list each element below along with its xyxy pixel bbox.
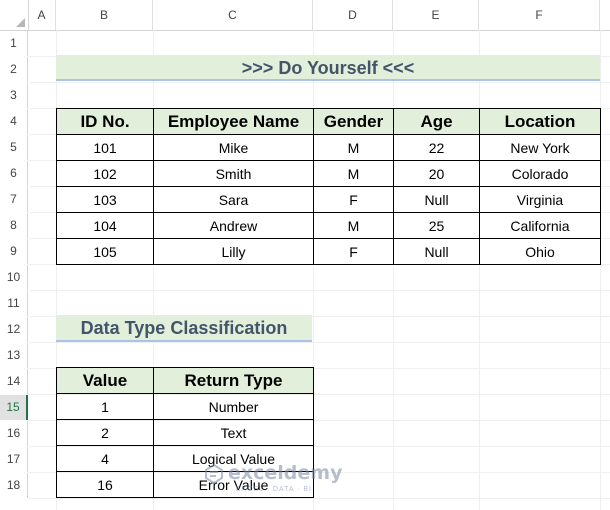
gridline — [28, 342, 610, 343]
watermark-tagline: EXCEL · DATA · BI — [236, 486, 312, 493]
employee-cell[interactable]: Andrew — [153, 212, 314, 239]
classification-cell[interactable]: 1 — [56, 393, 154, 420]
row-header-10[interactable]: 10 — [0, 265, 28, 290]
classification-header-cell[interactable]: Return Type — [153, 367, 314, 394]
classification-header-cell[interactable]: Value — [56, 367, 154, 394]
classification-cell[interactable]: 16 — [56, 471, 154, 498]
classification-cell[interactable]: 4 — [56, 445, 154, 472]
column-header-e[interactable]: E — [393, 0, 479, 30]
row-header-16[interactable]: 16 — [0, 421, 28, 446]
column-header-b[interactable]: B — [56, 0, 153, 30]
employee-cell[interactable]: Colorado — [479, 160, 601, 187]
table-row: 1 Number — [56, 393, 314, 420]
employee-header-cell[interactable]: ID No. — [56, 108, 154, 135]
column-header-c[interactable]: C — [153, 0, 313, 30]
row-header-1[interactable]: 1 — [0, 31, 28, 56]
column-header-bar: A B C D E F — [0, 0, 610, 31]
do-yourself-banner: >>> Do Yourself <<< — [56, 55, 600, 81]
row-header-6[interactable]: 6 — [0, 161, 28, 186]
column-header-d[interactable]: D — [313, 0, 393, 30]
row-header-8[interactable]: 8 — [0, 213, 28, 238]
row-header-5[interactable]: 5 — [0, 135, 28, 160]
gridline — [393, 30, 394, 510]
employee-cell[interactable]: 20 — [393, 160, 480, 187]
table-row: 104 Andrew M 25 California — [56, 212, 601, 239]
employee-cell[interactable]: Virginia — [479, 186, 601, 213]
table-row: 101 Mike M 22 New York — [56, 134, 601, 161]
classification-title: Data Type Classification — [56, 315, 312, 342]
employee-cell[interactable]: Mike — [153, 134, 314, 161]
classification-cell[interactable]: Number — [153, 393, 314, 420]
employee-cell[interactable]: New York — [479, 134, 601, 161]
gridline — [479, 30, 480, 510]
row-header-3[interactable]: 3 — [0, 83, 28, 108]
employee-header-cell[interactable]: Employee Name — [153, 108, 314, 135]
employee-cell[interactable]: F — [313, 238, 394, 265]
row-header-18[interactable]: 18 — [0, 473, 28, 498]
employee-header-cell[interactable]: Age — [393, 108, 480, 135]
row-header-7[interactable]: 7 — [0, 187, 28, 212]
gridline — [28, 290, 610, 291]
employee-cell[interactable]: California — [479, 212, 601, 239]
employee-cell[interactable]: 101 — [56, 134, 154, 161]
employee-cell[interactable]: M — [313, 160, 394, 187]
row-header-2[interactable]: 2 — [0, 57, 28, 82]
employee-cell[interactable]: 25 — [393, 212, 480, 239]
table-row: 103 Sara F Null Virginia — [56, 186, 601, 213]
employee-cell[interactable]: F — [313, 186, 394, 213]
employee-header-cell[interactable]: Location — [479, 108, 601, 135]
row-header-13[interactable]: 13 — [0, 343, 28, 368]
column-header-a[interactable]: A — [28, 0, 56, 30]
table-row: 105 Lilly F Null Ohio — [56, 238, 601, 265]
exceldemy-logo-icon — [205, 464, 223, 484]
row-header-4[interactable]: 4 — [0, 109, 28, 134]
exceldemy-watermark: exceldemy EXCEL · DATA · BI — [196, 460, 396, 500]
watermark-name: exceldemy — [228, 462, 343, 484]
employee-cell[interactable]: 103 — [56, 186, 154, 213]
employee-cell[interactable]: 104 — [56, 212, 154, 239]
row-header-12[interactable]: 12 — [0, 317, 28, 342]
gridline — [28, 82, 610, 83]
employee-cell[interactable]: Sara — [153, 186, 314, 213]
row-header-9[interactable]: 9 — [0, 239, 28, 264]
employee-table: ID No. Employee Name Gender Age Location 101… — [56, 108, 601, 265]
table-row: 2 Text — [56, 419, 314, 446]
row-header-14[interactable]: 14 — [0, 369, 28, 394]
employee-cell[interactable]: 105 — [56, 238, 154, 265]
employee-cell[interactable]: 102 — [56, 160, 154, 187]
employee-cell[interactable]: Null — [393, 186, 480, 213]
row-header-11[interactable]: 11 — [0, 291, 28, 316]
employee-cell[interactable]: M — [313, 212, 394, 239]
employee-cell[interactable]: 22 — [393, 134, 480, 161]
employee-cell[interactable]: M — [313, 134, 394, 161]
column-header-f[interactable]: F — [479, 0, 600, 30]
row-header-17[interactable]: 17 — [0, 447, 28, 472]
table-row: 102 Smith M 20 Colorado — [56, 160, 601, 187]
employee-cell[interactable]: Lilly — [153, 238, 314, 265]
employee-header-cell[interactable]: Gender — [313, 108, 394, 135]
select-all-corner[interactable] — [0, 0, 29, 30]
classification-cell[interactable]: 2 — [56, 419, 154, 446]
employee-cell[interactable]: Ohio — [479, 238, 601, 265]
row-header-15[interactable]: 15 — [0, 395, 28, 420]
employee-cell[interactable]: Smith — [153, 160, 314, 187]
employee-cell[interactable]: Null — [393, 238, 480, 265]
gridline — [600, 30, 601, 510]
classification-cell[interactable]: Text — [153, 419, 314, 446]
